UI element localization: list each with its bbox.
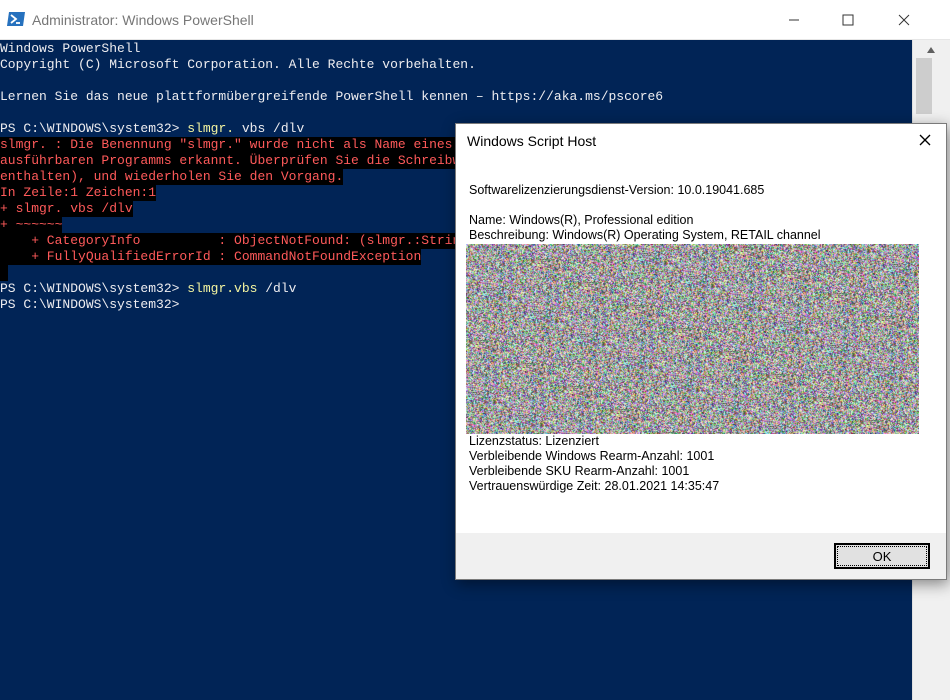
console-error-line: [0, 265, 8, 281]
console-error-line: + CategoryInfo : ObjectNotFound: (slmgr.…: [0, 233, 469, 249]
scrollbar-thumb[interactable]: [916, 58, 932, 114]
ok-button[interactable]: OK: [834, 543, 930, 569]
console-prompt: PS C:\WINDOWS\system32>: [0, 121, 188, 136]
console-command-name: slmgr.: [187, 121, 235, 136]
window-title: Administrator: Windows PowerShell: [32, 12, 254, 28]
dialog-titlebar[interactable]: Windows Script Host: [456, 124, 946, 158]
dialog-footer: OK: [456, 533, 946, 579]
console-error-line: + FullyQualifiedErrorId : CommandNotFoun…: [0, 249, 422, 265]
console-output-line: Windows PowerShell: [0, 41, 141, 56]
dialog-close-button[interactable]: [908, 128, 942, 156]
minimize-icon: [788, 14, 800, 26]
license-description-text: Beschreibung: Windows(R) Operating Syste…: [469, 228, 821, 242]
console-command-args: /dlv: [257, 281, 297, 296]
license-name-text: Name: Windows(R), Professional edition: [469, 213, 694, 227]
console-command-args: vbs /dlv: [234, 121, 305, 136]
dialog-title: Windows Script Host: [467, 133, 597, 149]
console-error-line: In Zeile:1 Zeichen:1: [0, 185, 157, 201]
dialog-body: Softwarelizenzierungsdienst-Version: 10.…: [456, 158, 946, 533]
scroll-up-button[interactable]: [912, 40, 950, 58]
console-command-line: PS C:\WINDOWS\system32> slmgr.vbs /dlv: [0, 281, 296, 297]
console-prompt: PS C:\WINDOWS\system32>: [0, 281, 188, 296]
console-error-line: slmgr. : Die Benennung "slmgr." wurde ni…: [0, 137, 469, 153]
console-error-line: + ~~~~~~: [0, 217, 63, 233]
minimize-button[interactable]: [766, 0, 822, 40]
maximize-icon: [842, 14, 854, 26]
license-status-text: Lizenzstatus: Lizenziert: [469, 434, 599, 448]
redacted-noise-block: [466, 244, 919, 434]
console-output-line: PS C:\WINDOWS\system32>: [0, 297, 180, 312]
console-error-line: + slmgr. vbs /dlv: [0, 201, 133, 217]
close-button[interactable]: [876, 0, 932, 40]
console-command-name: slmgr.vbs: [187, 281, 258, 296]
windows-rearm-count-text: Verbleibende Windows Rearm-Anzahl: 1001: [469, 449, 715, 463]
console-output-line: Lernen Sie das neue plattformübergreifen…: [0, 89, 664, 104]
script-host-dialog: Windows Script Host Softwarelizenzierung…: [455, 123, 947, 580]
console-output-line: Copyright (C) Microsoft Corporation. All…: [0, 57, 476, 72]
console-error-line: enthalten), und wiederholen Sie den Vorg…: [0, 169, 344, 185]
license-version-text: Softwarelizenzierungsdienst-Version: 10.…: [469, 183, 765, 197]
console-command-line: PS C:\WINDOWS\system32> slmgr. vbs /dlv: [0, 121, 304, 137]
powershell-icon: [6, 11, 26, 27]
close-icon: [919, 133, 931, 151]
powershell-titlebar[interactable]: Administrator: Windows PowerShell: [0, 0, 950, 40]
maximize-button[interactable]: [820, 0, 876, 40]
trusted-time-text: Vertrauenswürdige Zeit: 28.01.2021 14:35…: [469, 479, 720, 493]
sku-rearm-count-text: Verbleibende SKU Rearm-Anzahl: 1001: [469, 464, 690, 478]
console-error-line: ausführbaren Programms erkannt. Überprüf…: [0, 153, 469, 169]
close-icon: [898, 14, 910, 26]
scroll-up-icon: [927, 40, 935, 58]
